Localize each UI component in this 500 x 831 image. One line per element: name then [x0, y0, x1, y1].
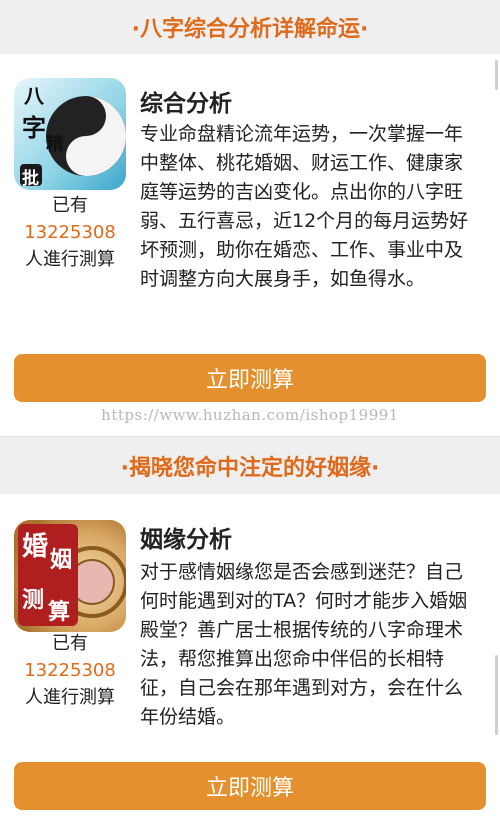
usage-stats: 已有 13225308 人進行測算 — [0, 630, 140, 711]
stats-suffix: 人進行測算 — [25, 249, 115, 270]
service-title: 综合分析 — [140, 91, 232, 117]
stats-count: 13225308 — [24, 660, 116, 681]
marriage-seal-icon[interactable]: 婚 姻 测 算 — [14, 520, 126, 632]
section-banner-marriage: ·揭晓您命中注定的好姻缘· — [0, 436, 500, 494]
stats-prefix: 已有 — [52, 195, 88, 216]
icon-char: 批 — [22, 169, 39, 189]
icon-char: 测 — [22, 588, 45, 613]
service-description: 对于感情姻缘您是否会感到迷茫？自己何时能遇到对的TA？何时才能步入婚姻殿堂？善广… — [140, 561, 468, 728]
calculate-now-button[interactable]: 立即测算 — [14, 762, 486, 810]
bazi-yinyang-icon[interactable]: 八 字 精 批 — [14, 78, 126, 190]
icon-char: 字 — [22, 114, 46, 142]
service-card-marriage: 婚 姻 测 算 已有 13225308 人進行測算 姻缘分析 对于感情姻缘您是否… — [0, 494, 500, 831]
service-card-bazi: 八 字 精 批 已有 13225308 人進行測算 综合分析 专业命盘精论流年运… — [0, 54, 500, 434]
button-label: 立即测算 — [205, 368, 294, 393]
stats-prefix: 已有 — [52, 633, 88, 654]
watermark-text: https://www.huzhan.com/ishop19991 — [101, 406, 399, 424]
calculate-now-button[interactable]: 立即测算 — [14, 354, 486, 402]
banner-title: ·揭晓您命中注定的好姻缘· — [120, 455, 380, 481]
scrollbar-thumb[interactable] — [495, 655, 498, 735]
stats-suffix: 人進行測算 — [25, 687, 115, 708]
service-description: 专业命盘精论流年运势，一次掌握一年中整体、桃花婚姻、财运工作、健康家庭等运势的吉… — [140, 123, 469, 290]
usage-stats: 已有 13225308 人進行測算 — [0, 192, 140, 273]
icon-char: 算 — [48, 600, 71, 625]
service-title: 姻缘分析 — [140, 527, 232, 553]
banner-title: ·八字综合分析详解命运· — [131, 17, 369, 42]
stats-count: 13225308 — [24, 222, 116, 243]
scrollbar-thumb[interactable] — [495, 60, 498, 90]
icon-char: 婚 — [22, 532, 49, 562]
icon-char: 八 — [24, 84, 44, 108]
icon-char: 精 — [46, 134, 64, 155]
section-banner-bazi: ·八字综合分析详解命运· — [0, 0, 500, 54]
icon-char: 姻 — [50, 548, 73, 573]
button-label: 立即测算 — [205, 776, 294, 801]
